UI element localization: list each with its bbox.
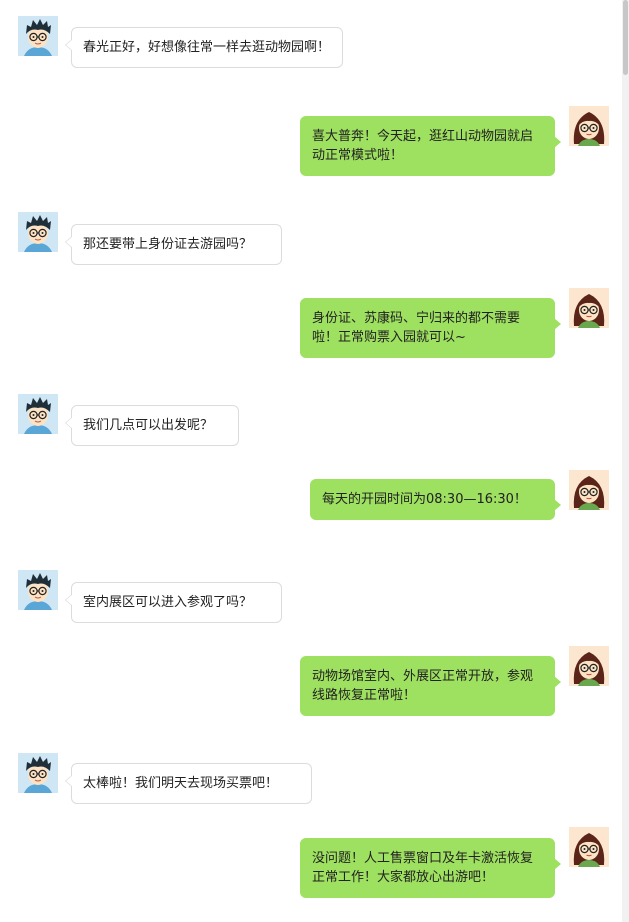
vertical-scrollbar[interactable] [622,0,629,922]
message-bubble-left: 太棒啦！我们明天去现场买票吧！ [65,763,312,804]
girl-avatar-icon [569,470,609,510]
scrollbar-thumb[interactable] [623,0,628,75]
boy-avatar-icon [18,753,58,793]
message-bubble-right: 身份证、苏康码、宁归来的都不需要啦！正常购票入园就可以~ [300,298,561,358]
message-bubble-right: 每天的开园时间为08:30—16:30！ [310,479,561,520]
girl-avatar-icon [569,288,609,328]
girl-avatar-icon [569,827,609,867]
boy-avatar-icon [18,16,58,56]
chat-thread[interactable]: 春光正好，好想像往常一样去逛动物园啊！ 喜大普奔！今天起，逛红山动物园就启动正常… [0,0,622,922]
boy-avatar-icon [18,212,58,252]
message-bubble-left: 室内展区可以进入参观了吗？ [65,582,282,623]
message-bubble-right: 喜大普奔！今天起，逛红山动物园就启动正常模式啦！ [300,116,561,176]
message-bubble-right: 动物场馆室内、外展区正常开放，参观线路恢复正常啦！ [300,656,561,716]
boy-avatar-icon [18,570,58,610]
girl-avatar-icon [569,106,609,146]
girl-avatar-icon [569,646,609,686]
message-bubble-left: 我们几点可以出发呢？ [65,405,239,446]
message-bubble-left: 那还要带上身份证去游园吗？ [65,224,282,265]
boy-avatar-icon [18,394,58,434]
message-bubble-right: 没问题！人工售票窗口及年卡激活恢复正常工作！大家都放心出游吧！ [300,838,561,898]
message-bubble-left: 春光正好，好想像往常一样去逛动物园啊！ [65,27,343,68]
